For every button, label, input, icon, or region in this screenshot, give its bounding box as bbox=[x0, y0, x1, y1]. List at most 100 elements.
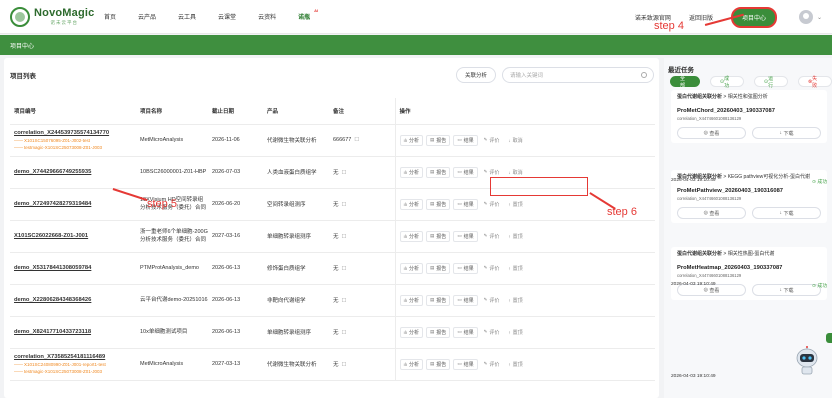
project-id-link[interactable]: correlation_X73585254181116489 bbox=[14, 354, 105, 360]
result-button[interactable]: ▭ 结果 bbox=[453, 134, 478, 146]
pin-button[interactable]: ↑ 置顶 bbox=[505, 198, 526, 210]
menu-item-nuoping[interactable]: 诺瓶 AI bbox=[298, 8, 318, 21]
report-button[interactable]: ▤ 报告 bbox=[426, 262, 451, 274]
result-label: 结果 bbox=[463, 361, 474, 368]
report-button[interactable]: ▤ 报告 bbox=[426, 198, 451, 210]
result-label: 结果 bbox=[463, 265, 474, 272]
rate-button[interactable]: ✎ 评价 bbox=[480, 198, 503, 210]
result-label: 结果 bbox=[463, 233, 474, 240]
analyze-button[interactable]: ılı 分析 bbox=[399, 294, 424, 306]
pin-button[interactable]: ↑ 置顶 bbox=[505, 294, 526, 306]
filter-running[interactable]: ⊙ 运行 bbox=[753, 76, 788, 89]
result-button[interactable]: ▭ 结果 bbox=[453, 198, 478, 210]
task-download-label: 下载 bbox=[783, 130, 794, 137]
cancel-button[interactable]: ↓ 取消 bbox=[505, 134, 526, 146]
result-button[interactable]: ▭ 结果 bbox=[453, 358, 478, 370]
rate-icon: ✎ bbox=[483, 329, 488, 334]
side-collapse-tab[interactable] bbox=[826, 333, 832, 343]
edit-icon[interactable]: ☐ bbox=[342, 202, 347, 208]
report-icon: ▤ bbox=[430, 265, 435, 270]
pin-button[interactable]: ↑ 置顶 bbox=[505, 358, 526, 370]
task-download-button[interactable]: ↓ 下载 bbox=[752, 207, 821, 219]
project-id-link[interactable]: correlation_X244539735574134770 bbox=[14, 130, 109, 136]
rate-label: 评价 bbox=[489, 201, 500, 208]
result-button[interactable]: ▭ 结果 bbox=[453, 230, 478, 242]
rate-button[interactable]: ✎ 评价 bbox=[480, 166, 503, 178]
project-id-link[interactable]: demo_X82417710433723118 bbox=[14, 329, 91, 335]
correlation-analysis-button[interactable]: 关联分析 bbox=[456, 67, 496, 83]
rate-button[interactable]: ✎ 评价 bbox=[480, 358, 503, 370]
menu-item-classroom[interactable]: 云课堂 bbox=[218, 12, 236, 21]
cancel-button[interactable]: ↓ 取消 bbox=[505, 166, 526, 178]
project-id-link[interactable]: demo_X74429666749255935 bbox=[14, 169, 91, 175]
sub-project-link[interactable]: testmagic-X101SC25073008-Z01-J003 bbox=[14, 369, 136, 374]
edit-icon[interactable]: ☐ bbox=[342, 234, 347, 240]
logo[interactable]: NovoMagic 诺未云平台 bbox=[10, 6, 100, 27]
result-button[interactable]: ▭ 结果 bbox=[453, 294, 478, 306]
filter-success[interactable]: ⊙ 成功 bbox=[709, 76, 744, 89]
pin-button[interactable]: ↑ 置顶 bbox=[505, 262, 526, 274]
report-button[interactable]: ▤ 报告 bbox=[426, 166, 451, 178]
report-button[interactable]: ▤ 报告 bbox=[426, 358, 451, 370]
project-id-link[interactable]: X101SC26022668-Z01-J001 bbox=[14, 233, 88, 239]
logo-name: NovoMagic bbox=[34, 6, 95, 19]
project-id-link[interactable]: demo_X22806284348368426 bbox=[14, 297, 91, 303]
chevron-down-icon[interactable]: ⌄ bbox=[817, 14, 822, 21]
filter-failed-label: 失败 bbox=[812, 75, 818, 89]
rate-button[interactable]: ✎ 评价 bbox=[480, 262, 503, 274]
edit-icon[interactable]: ☐ bbox=[342, 170, 347, 176]
analyze-button[interactable]: ılı 分析 bbox=[399, 198, 424, 210]
report-button[interactable]: ▤ 报告 bbox=[426, 326, 451, 338]
rate-button[interactable]: ✎ 评价 bbox=[480, 134, 503, 146]
edit-icon[interactable]: ☐ bbox=[342, 298, 347, 304]
analyze-button[interactable]: ılı 分析 bbox=[399, 230, 424, 242]
rate-button[interactable]: ✎ 评价 bbox=[480, 230, 503, 242]
task-view-button[interactable]: ◎ 查看 bbox=[677, 127, 746, 139]
result-button[interactable]: ▭ 结果 bbox=[453, 166, 478, 178]
pin-button[interactable]: ↑ 置顶 bbox=[505, 326, 526, 338]
menu-item-tools[interactable]: 云工具 bbox=[178, 12, 196, 21]
report-button[interactable]: ▤ 报告 bbox=[426, 134, 451, 146]
analyze-button[interactable]: ılı 分析 bbox=[399, 166, 424, 178]
filter-failed[interactable]: ⊗ 失败 bbox=[797, 75, 832, 89]
assistant-robot-icon[interactable] bbox=[794, 346, 820, 376]
pin-icon: ↑ bbox=[508, 265, 511, 271]
filter-all[interactable]: 全部 bbox=[670, 76, 700, 89]
result-button[interactable]: ▭ 结果 bbox=[453, 326, 478, 338]
analyze-label: 分析 bbox=[409, 169, 420, 176]
task-download-button[interactable]: ↓ 下载 bbox=[752, 127, 821, 139]
analyze-button[interactable]: ılı 分析 bbox=[399, 326, 424, 338]
report-button[interactable]: ▤ 报告 bbox=[426, 230, 451, 242]
avatar[interactable] bbox=[798, 10, 813, 24]
edit-icon[interactable]: ☐ bbox=[342, 266, 347, 272]
search-icon[interactable] bbox=[641, 72, 647, 78]
col-header-note: 备注 bbox=[329, 98, 395, 125]
search-input[interactable]: 请输入关键词 bbox=[502, 67, 654, 83]
edit-icon[interactable]: ☐ bbox=[342, 362, 347, 368]
rate-button[interactable]: ✎ 评价 bbox=[480, 326, 503, 338]
edit-icon[interactable]: ☐ bbox=[354, 137, 359, 143]
report-button[interactable]: ▤ 报告 bbox=[426, 294, 451, 306]
menu-item-home[interactable]: 首页 bbox=[104, 12, 116, 21]
analyze-button[interactable]: ılı 分析 bbox=[399, 358, 424, 370]
old-version-link[interactable]: 返回旧版 bbox=[689, 13, 713, 22]
sub-project-link[interactable]: testmagic-X101SC25073008-Z01-J003 bbox=[14, 145, 136, 150]
menu-item-materials[interactable]: 云资料 bbox=[258, 12, 276, 21]
sub-project-link[interactable]: X101SC24080990-Z01-J001-report1-test bbox=[14, 362, 136, 367]
result-button[interactable]: ▭ 结果 bbox=[453, 262, 478, 274]
task-view-button[interactable]: ◎ 查看 bbox=[677, 207, 746, 219]
logo-mark-icon bbox=[10, 6, 30, 27]
rate-button[interactable]: ✎ 评价 bbox=[480, 294, 503, 306]
menu-item-products[interactable]: 云产品 bbox=[138, 12, 156, 21]
edit-icon[interactable]: ☐ bbox=[342, 330, 347, 336]
cell-id: demo_X72497428279319484 bbox=[10, 188, 136, 221]
cancel-label: 取消 bbox=[512, 169, 523, 176]
analyze-label: 分析 bbox=[409, 201, 420, 208]
analyze-button[interactable]: ılı 分析 bbox=[399, 134, 424, 146]
project-id-link[interactable]: demo_X72497428279319484 bbox=[14, 201, 91, 207]
project-center-button[interactable]: 项目中心 bbox=[730, 6, 777, 28]
pin-button[interactable]: ↑ 置顶 bbox=[505, 230, 526, 242]
project-id-link[interactable]: demo_X53178441308059784 bbox=[14, 265, 91, 271]
analyze-button[interactable]: ılı 分析 bbox=[399, 262, 424, 274]
sub-project-link[interactable]: X101SC15076095-Z01-J002-test bbox=[14, 138, 136, 143]
